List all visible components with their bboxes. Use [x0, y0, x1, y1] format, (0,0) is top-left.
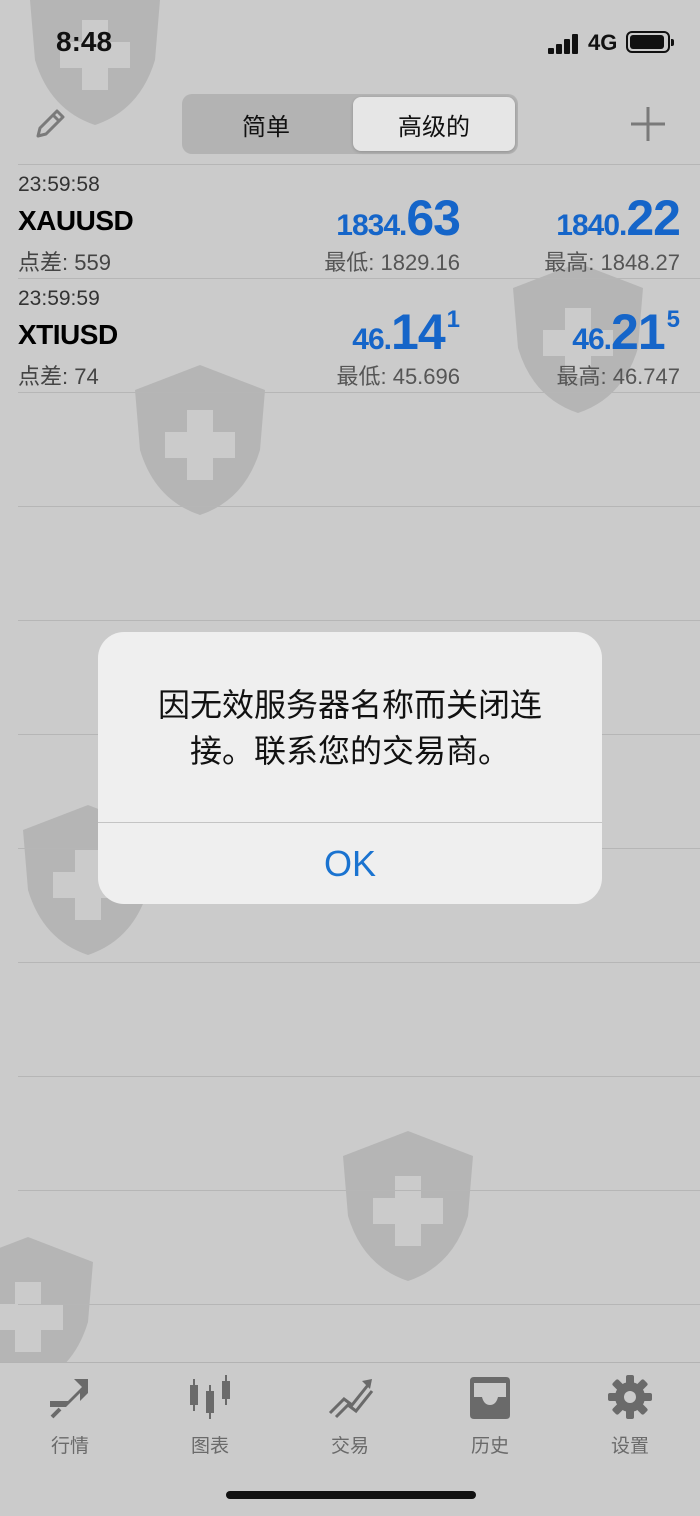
bid-price: 1834.63	[336, 189, 461, 247]
tab-settings[interactable]: 设置	[560, 1371, 700, 1461]
bid-price: 46.141	[352, 303, 460, 361]
quote-time: 23:59:59	[18, 287, 100, 310]
tab-label: 设置	[610, 1436, 649, 1457]
ask-price-sup: 5	[666, 306, 680, 333]
tab-label: 交易	[330, 1436, 369, 1457]
tab-history[interactable]: 历史	[420, 1371, 560, 1461]
plus-icon[interactable]	[628, 104, 668, 144]
quote-spread: 点差: 74	[18, 364, 99, 389]
tab-label: 图表	[190, 1436, 229, 1457]
ok-button[interactable]: OK	[98, 823, 602, 904]
watermark-shield-icon	[343, 1131, 473, 1281]
bid-price-big: 63	[406, 190, 461, 246]
list-divider	[18, 506, 700, 507]
tab-chart[interactable]: 图表	[140, 1371, 280, 1461]
cellular-signal-icon	[548, 34, 580, 54]
alert-message: 因无效服务器名称而关闭连接。联系您的交易商。	[157, 687, 542, 769]
trade-icon	[328, 1379, 374, 1419]
battery-icon	[626, 31, 674, 53]
ask-price-big: 21	[611, 304, 666, 360]
tab-quotes[interactable]: 行情	[0, 1371, 140, 1461]
list-divider	[18, 392, 700, 393]
quote-spread: 点差: 559	[18, 250, 111, 275]
quote-symbol: XAUUSD	[18, 205, 134, 236]
tab-label: 历史	[470, 1436, 509, 1457]
network-type: 4G	[588, 30, 618, 55]
tab-trade[interactable]: 交易	[280, 1371, 420, 1461]
quote-row-xtiusd[interactable]: 23:59:59 XTIUSD 点差: 74 46.141 46.215 最低:…	[18, 278, 700, 392]
quote-time: 23:59:58	[18, 173, 100, 196]
list-divider	[18, 1076, 700, 1077]
chart-icon	[190, 1375, 230, 1419]
pencil-icon[interactable]	[30, 104, 70, 144]
quotes-icon	[50, 1379, 88, 1419]
ask-price-prefix: 46.	[572, 323, 612, 356]
status-time: 8:48	[56, 26, 113, 57]
history-icon	[470, 1377, 510, 1419]
view-mode-segmented-control[interactable]: 简单 高级的	[182, 94, 518, 154]
bid-price-big: 14	[391, 304, 446, 360]
quote-row-xauusd[interactable]: 23:59:58 XAUUSD 点差: 559 1834.63 1840.22 …	[18, 164, 700, 278]
ask-price: 46.215	[572, 303, 680, 361]
alert-dialog: 因无效服务器名称而关闭连接。联系您的交易商。 OK	[98, 632, 602, 904]
segment-advanced[interactable]: 高级的	[353, 97, 515, 151]
tab-label: 行情	[50, 1436, 89, 1457]
bid-price-sup: 1	[446, 306, 460, 333]
screen: 8:48 4G 简单 高级的 23:59:58 XAUUSD 点差: 559 1…	[0, 0, 700, 1516]
toolbar: 简单 高级的	[0, 88, 700, 164]
ask-price: 1840.22	[556, 189, 681, 247]
high-price: 最高: 46.747	[556, 364, 680, 389]
bid-price-prefix: 1834.	[336, 209, 407, 242]
segment-simple[interactable]: 简单	[185, 97, 347, 151]
status-bar: 8:48 4G	[0, 0, 700, 88]
settings-icon	[608, 1375, 652, 1419]
list-divider	[18, 962, 700, 963]
ask-price-prefix: 1840.	[556, 209, 627, 242]
home-indicator[interactable]	[226, 1491, 476, 1499]
low-price: 最低: 1829.16	[324, 250, 460, 275]
list-divider	[18, 620, 700, 621]
list-divider	[18, 1304, 700, 1305]
bid-price-prefix: 46.	[352, 323, 392, 356]
low-price: 最低: 45.696	[336, 364, 460, 389]
high-price: 最高: 1848.27	[544, 250, 680, 275]
quote-symbol: XTIUSD	[18, 319, 118, 350]
list-divider	[18, 1190, 700, 1191]
ask-price-big: 22	[626, 190, 681, 246]
